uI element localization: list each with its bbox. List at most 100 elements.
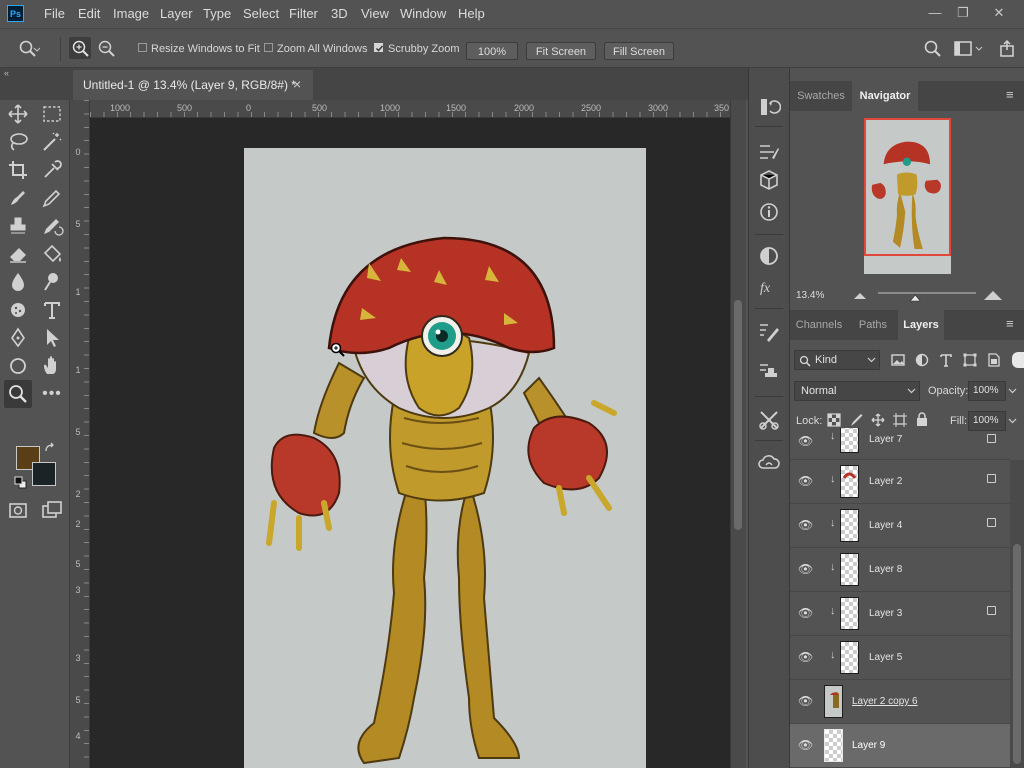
blend-mode-select[interactable]: Normal	[794, 381, 920, 401]
menu-edit[interactable]: Edit	[78, 0, 100, 28]
menu-window[interactable]: Window	[400, 0, 446, 28]
menu-filter[interactable]: Filter	[289, 0, 318, 28]
move-tool-icon[interactable]	[6, 102, 30, 126]
lock-all-icon[interactable]	[915, 412, 929, 427]
zoom-out-icon[interactable]	[95, 37, 117, 59]
visibility-eye-icon[interactable]: 👁	[798, 650, 813, 664]
layer-filter-select[interactable]: Kind	[794, 350, 880, 370]
filter-toggle[interactable]	[1012, 352, 1024, 368]
tool-presets-icon[interactable]	[757, 408, 781, 432]
hand-tool-icon[interactable]	[40, 354, 64, 378]
libraries-panel-icon[interactable]	[757, 451, 781, 475]
zoom-tool-icon[interactable]	[6, 382, 30, 406]
magic-wand-tool-icon[interactable]	[40, 130, 64, 154]
layer-row-layer-7[interactable]: 👁 ↓ Layer 7	[790, 428, 1010, 460]
spot-healing-brush-icon[interactable]	[6, 186, 30, 210]
adjustments-panel-icon[interactable]	[757, 244, 781, 268]
visibility-eye-icon[interactable]: 👁	[798, 694, 813, 708]
zoom-in-icon[interactable]	[69, 37, 91, 59]
lock-artboard-icon[interactable]	[893, 413, 907, 427]
filter-smart-object-icon[interactable]	[986, 352, 1002, 368]
lock-image-pixels-icon[interactable]	[849, 413, 863, 427]
default-colors-icon[interactable]	[14, 476, 28, 490]
minimize-button[interactable]: —	[920, 3, 950, 23]
menu-select[interactable]: Select	[243, 0, 279, 28]
filter-adjustment-icon[interactable]	[914, 352, 930, 368]
close-document-icon[interactable]: ×	[293, 76, 301, 92]
close-window-button[interactable]: ✕	[984, 3, 1014, 23]
clone-stamp-tool-icon[interactable]	[6, 214, 30, 238]
layer-row-layer-9[interactable]: 👁 Layer 9	[790, 724, 1010, 768]
visibility-eye-icon[interactable]: 👁	[798, 738, 813, 752]
screen-mode-icon[interactable]	[40, 498, 64, 522]
menu-layer[interactable]: Layer	[160, 0, 193, 28]
background-color-swatch[interactable]	[32, 462, 56, 486]
layer-row-layer-5[interactable]: 👁 ↓ Layer 5	[790, 636, 1010, 680]
swap-colors-icon[interactable]	[44, 442, 58, 456]
zoom-all-windows-checkbox[interactable]	[264, 43, 273, 52]
styles-panel-icon[interactable]: fx	[757, 274, 781, 298]
search-icon[interactable]	[923, 39, 943, 59]
document-tab[interactable]: Untitled-1 @ 13.4% (Layer 9, RGB/8#) * ×	[73, 70, 313, 100]
scrollbar-thumb[interactable]	[734, 300, 742, 530]
document-canvas[interactable]	[244, 148, 646, 768]
brushes-panel-icon[interactable]	[757, 320, 781, 344]
type-tool-icon[interactable]	[40, 298, 64, 322]
marquee-tool-icon[interactable]	[40, 102, 64, 126]
tab-paths[interactable]: Paths	[848, 310, 898, 340]
visibility-eye-icon[interactable]: 👁	[798, 434, 813, 448]
layers-scrollbar[interactable]	[1010, 460, 1024, 768]
layer-row-layer-2[interactable]: 👁 ↓ Layer 2	[790, 460, 1010, 504]
visibility-eye-icon[interactable]: 👁	[798, 562, 813, 576]
lock-position-icon[interactable]	[871, 413, 885, 427]
navigator-zoom-value[interactable]: 13.4%	[796, 290, 824, 301]
filter-pixel-icon[interactable]	[890, 352, 906, 368]
layer-row-layer-8[interactable]: 👁 ↓ Layer 8	[790, 548, 1010, 592]
pasteboard[interactable]	[90, 118, 730, 768]
resize-windows-checkbox[interactable]	[138, 43, 147, 52]
vertical-scrollbar[interactable]	[730, 100, 746, 768]
menu-file[interactable]: File	[44, 0, 65, 28]
filter-shape-icon[interactable]	[962, 352, 978, 368]
pen-tool-icon[interactable]	[6, 326, 30, 350]
more-tools-icon[interactable]: •••	[40, 382, 64, 406]
clone-source-panel-icon[interactable]	[757, 360, 781, 384]
scrubby-zoom-checkbox[interactable]	[374, 43, 384, 52]
history-panel-icon[interactable]	[757, 95, 781, 119]
lasso-tool-icon[interactable]	[6, 130, 30, 154]
history-brush-icon[interactable]	[40, 214, 64, 238]
collapse-toolbar-icon[interactable]: «	[4, 68, 9, 78]
brush-tool-icon[interactable]	[40, 186, 64, 210]
menu-3d[interactable]: 3D	[331, 0, 348, 28]
visibility-eye-icon[interactable]: 👁	[798, 518, 813, 532]
zoom-tool-preset-icon[interactable]	[18, 39, 40, 59]
layer-row-layer-2-copy-6[interactable]: 👁 Layer 2 copy 6	[790, 680, 1010, 724]
menu-help[interactable]: Help	[458, 0, 485, 28]
crop-tool-icon[interactable]	[6, 158, 30, 182]
menu-type[interactable]: Type	[203, 0, 231, 28]
filter-type-icon[interactable]	[938, 352, 954, 368]
eraser-tool-icon[interactable]	[6, 242, 30, 266]
chevron-down-icon[interactable]	[1008, 388, 1017, 394]
panel-menu-icon[interactable]: ≡	[1006, 316, 1014, 331]
quick-mask-icon[interactable]	[6, 498, 30, 522]
layer-row-layer-3[interactable]: 👁 ↓ Layer 3	[790, 592, 1010, 636]
scrollbar-thumb[interactable]	[1013, 544, 1021, 764]
navigator-zoom-slider[interactable]	[852, 287, 1012, 303]
tab-navigator[interactable]: Navigator	[852, 81, 918, 111]
menu-view[interactable]: View	[361, 0, 389, 28]
ellipse-tool-icon[interactable]	[6, 354, 30, 378]
fill-screen-button[interactable]: Fill Screen	[604, 42, 674, 60]
dodge-tool-icon[interactable]	[40, 270, 64, 294]
3d-panel-icon[interactable]	[757, 168, 781, 192]
tab-layers[interactable]: Layers	[898, 310, 944, 340]
lock-transparent-pixels-icon[interactable]	[827, 413, 841, 427]
restore-button[interactable]: ❐	[948, 3, 978, 23]
path-selection-tool-icon[interactable]	[40, 326, 64, 350]
menu-image[interactable]: Image	[113, 0, 149, 28]
panel-menu-icon[interactable]: ≡	[1006, 87, 1014, 102]
sponge-tool-icon[interactable]	[6, 298, 30, 322]
brush-settings-icon[interactable]	[757, 140, 781, 164]
workspace-icon[interactable]	[954, 40, 986, 58]
zoom-100-button[interactable]: 100%	[466, 42, 518, 60]
